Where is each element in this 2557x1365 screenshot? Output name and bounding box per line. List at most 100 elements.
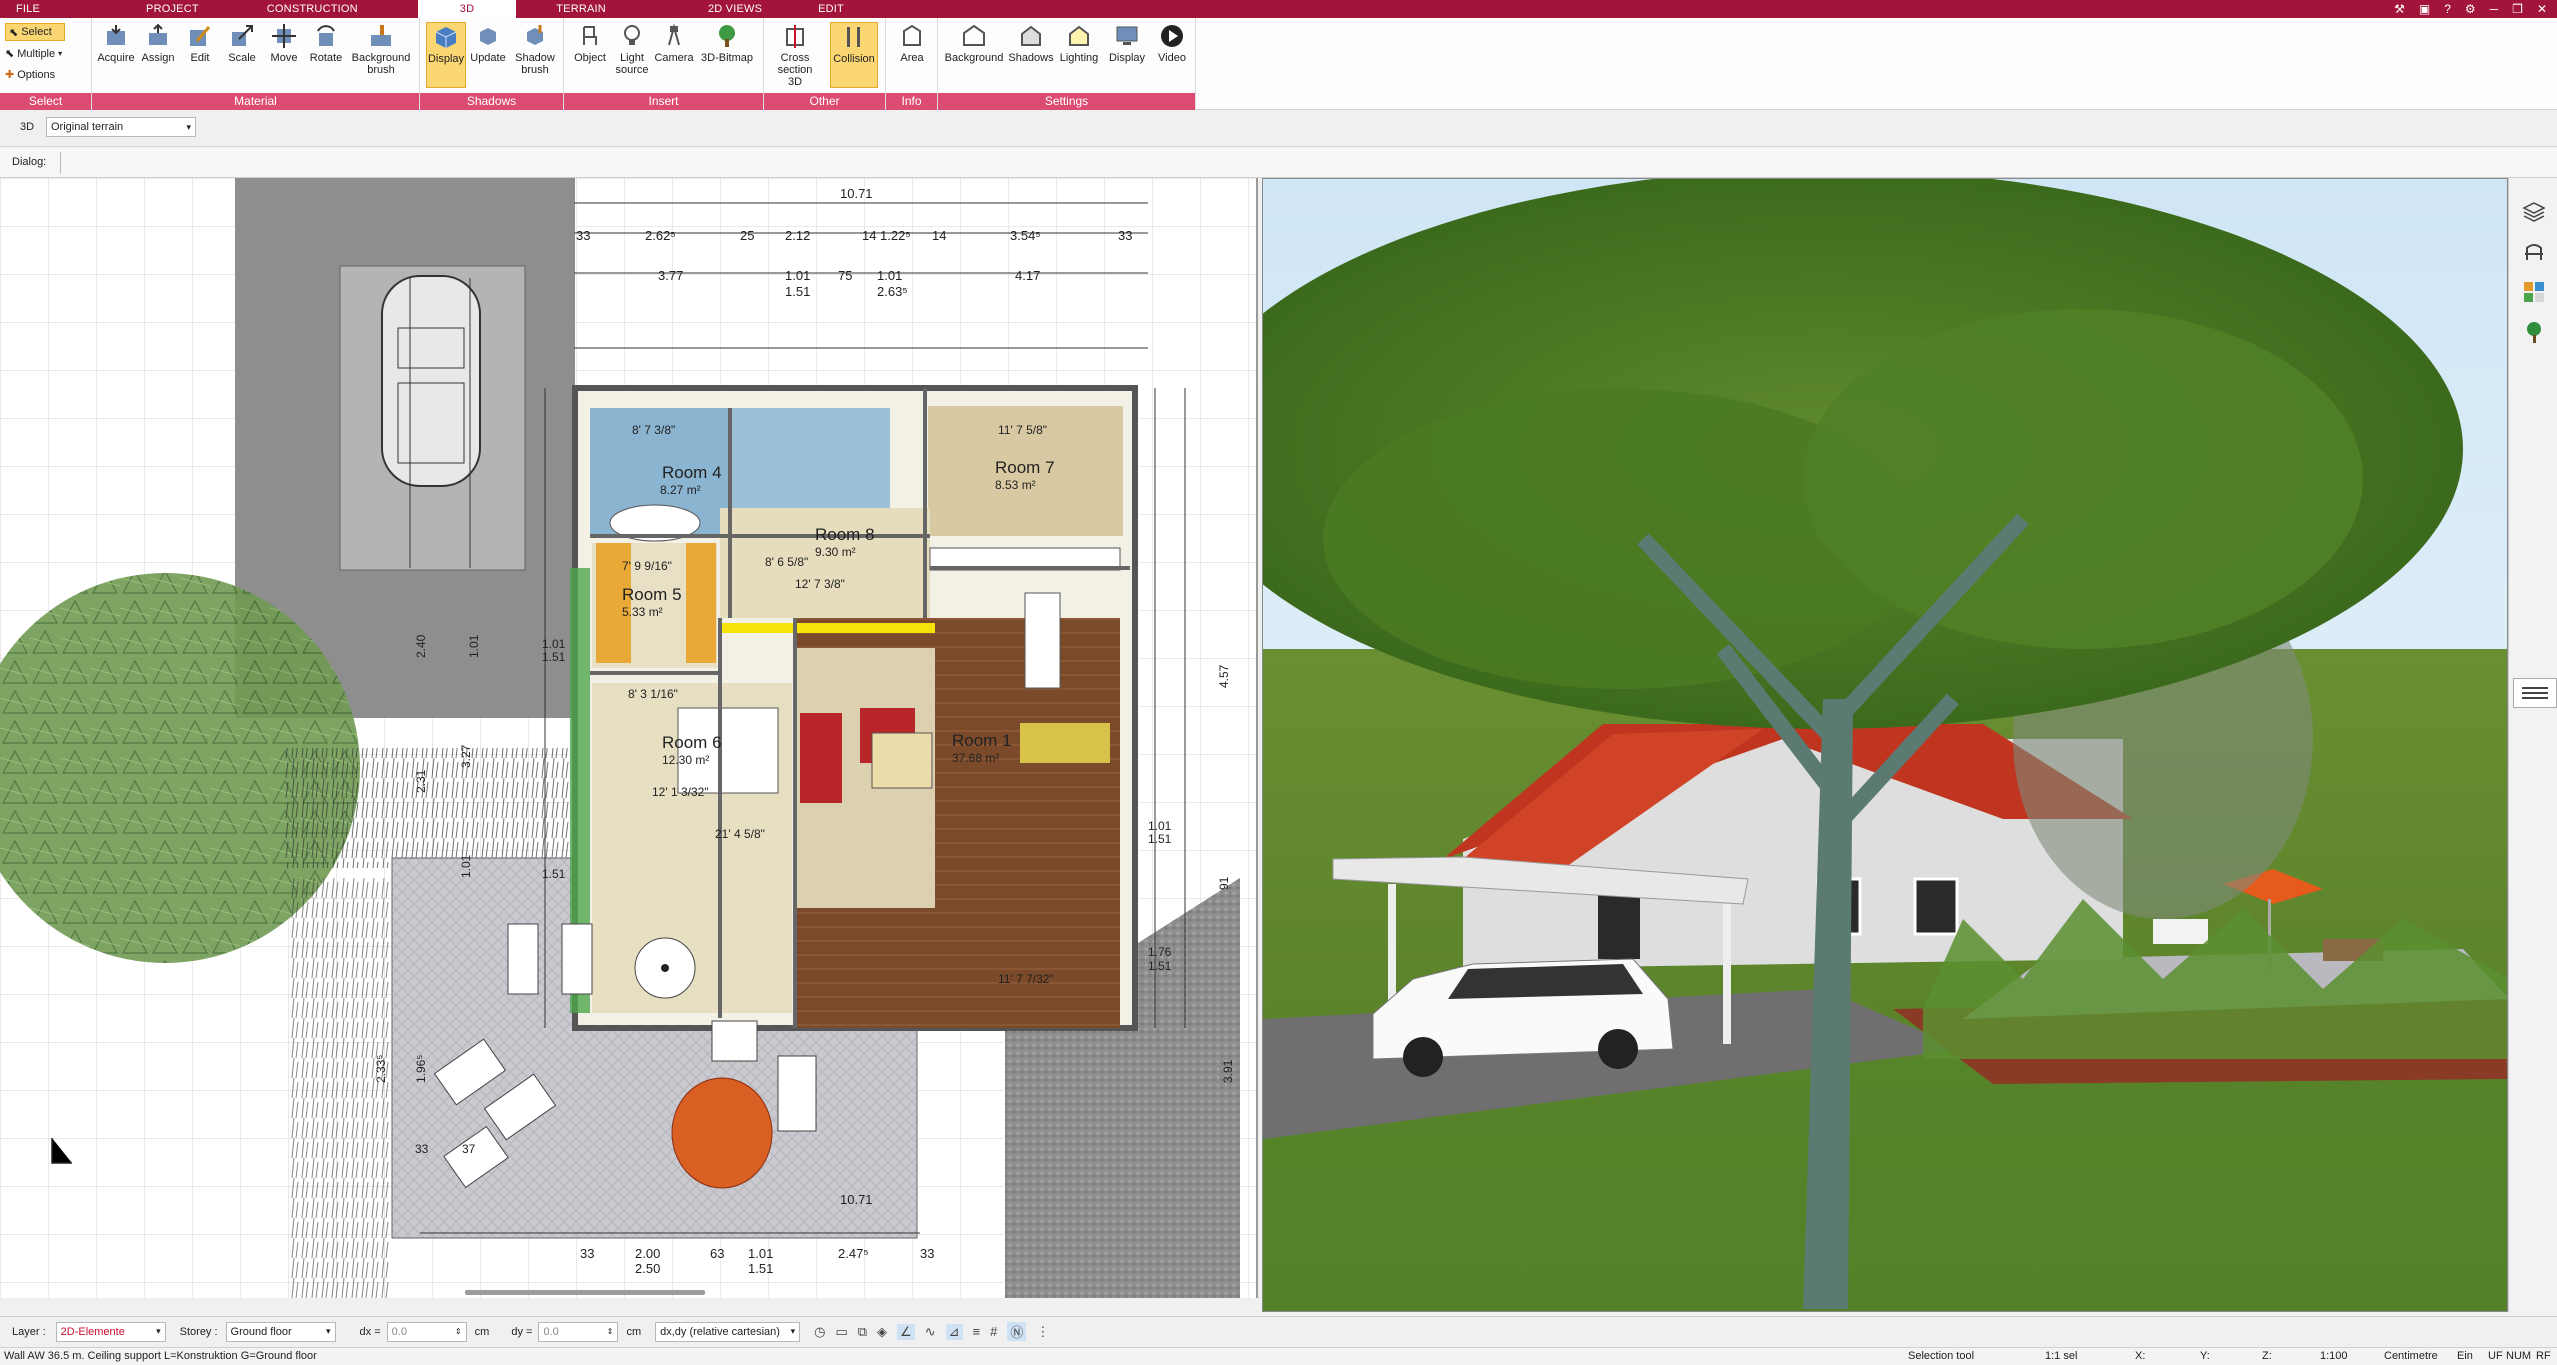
dim-left-9: 1.96⁵ [414,1055,428,1083]
dx-input[interactable]: 0.0 ⇕ [386,1321,467,1342]
status-bar: Wall AW 36.5 m. Ceiling support L=Konstr… [0,1347,2557,1365]
background-label: Background [944,52,1004,64]
edit-label: Edit [190,52,210,64]
layers-icon[interactable] [2522,200,2546,224]
rotate-icon [311,22,341,50]
background-brush-button[interactable]: Background brush [348,22,414,88]
room-4-area: 8.27 m² [660,483,701,497]
dim-terrace-3: 1.01 [748,1246,773,1261]
panel-toggle-icon[interactable] [2513,678,2557,708]
angle-icon[interactable]: ∠ [897,1323,915,1340]
more-icon[interactable]: ⋮ [1036,1324,1049,1340]
video-button[interactable]: Video [1152,22,1192,88]
tab-3d[interactable]: 3D [417,0,517,18]
scale-icon [227,22,257,50]
tab-2d-views[interactable]: 2D VIEWS [666,0,802,18]
chevron-down-icon: ▾ [186,121,191,132]
bitmap-3d-button[interactable]: 3D-Bitmap [698,22,756,88]
floor-plan-view[interactable]: 10.71 2.62⁵ 25 2.12 14 1.22⁵ 14 3.54⁵ 33… [0,178,1258,1298]
plan-scrollbar[interactable] [465,1290,705,1295]
kitchen-counter [1024,592,1061,689]
dim-top-9: 33 [1118,228,1132,243]
tab-terrain[interactable]: TERRAIN [516,0,666,18]
options-label: Options [17,68,56,81]
camera-button[interactable]: Camera [654,22,694,88]
3d-scene[interactable] [1263,179,2508,1312]
shadows-button[interactable]: Shadows [1008,22,1054,88]
scale-button[interactable]: Scale [222,22,262,88]
clock-icon[interactable]: ◷ [814,1324,825,1340]
north-icon[interactable]: Ⓝ [1007,1322,1027,1341]
armchair-icon[interactable] [2522,240,2546,264]
chevron-down-icon: ▾ [790,1326,796,1336]
lighting-button[interactable]: Lighting [1056,22,1102,88]
tab-project[interactable]: PROJECT [56,0,237,18]
dy-unit: cm [626,1325,642,1338]
dim-right-3: 91 [1217,876,1231,890]
multiple-button[interactable]: ⬉ Multiple ▾ [5,47,62,61]
dim-top-1: 2.62⁵ [645,228,676,243]
move-label: Move [270,52,298,64]
curve-icon[interactable]: ∿ [925,1324,936,1340]
grid-icon[interactable]: # [990,1324,997,1339]
shadow-brush-button[interactable]: Shadow brush [512,22,558,88]
dim-right-5: 1.51 [1148,959,1172,973]
terrain-select[interactable]: Original terrain ▾ [46,117,196,137]
collision-button[interactable]: Collision [830,22,878,88]
screen-icon[interactable]: ▭ [835,1324,847,1340]
light-source-button[interactable]: Light source [612,22,652,88]
floor-plan-canvas[interactable]: 10.71 2.62⁵ 25 2.12 14 1.22⁵ 14 3.54⁵ 33… [0,178,1258,1298]
coord-mode-select[interactable]: dx,dy (relative cartesian) ▾ [655,1321,801,1342]
dy-input[interactable]: 0.0 ⇕ [538,1321,619,1342]
dx-value: 0.0 [391,1325,407,1338]
help-icon[interactable]: ? [2444,2,2451,16]
acquire-button[interactable]: Acquire [96,22,136,88]
room-8-name: Room 8 [815,525,875,544]
assign-button[interactable]: Assign [138,22,178,88]
snap-icon[interactable]: ⧉ [858,1324,867,1340]
options-button[interactable]: ✚ Options [5,68,56,82]
dim-left-7: 1.51 [542,867,566,881]
chair-icon [575,22,605,50]
display-button[interactable]: Display [426,22,466,88]
dim-top-8: 33 [576,228,590,243]
background-button[interactable]: Background [942,22,1006,88]
car-symbol [381,275,481,487]
layout-icon[interactable]: ▣ [2419,2,2430,16]
plant-icon[interactable] [2522,320,2546,344]
restore-icon[interactable]: ❐ [2512,2,2523,16]
minimize-icon[interactable]: ─ [2490,2,2499,16]
shadows-label: Shadows [1008,52,1054,64]
dim-top-3: 2.12 [785,228,810,243]
storey-select[interactable]: Ground floor ▾ [225,1321,336,1342]
layer-select[interactable]: 2D-Elemente ▾ [55,1321,166,1342]
edit-button[interactable]: Edit [180,22,220,88]
materials-icon[interactable] [2522,280,2546,304]
object-button[interactable]: Object [570,22,610,88]
tab-file[interactable]: FILE [0,0,56,18]
object-snap-icon[interactable]: ◈ [877,1324,887,1340]
cross-section-button[interactable]: Cross section 3D [770,22,820,88]
settings-icon[interactable]: ⚙ [2465,2,2476,16]
rotate-button[interactable]: Rotate [306,22,346,88]
select-button[interactable]: ⬉ Select [5,23,65,41]
update-button[interactable]: Update [468,22,508,88]
tab-edit[interactable]: EDIT [802,0,860,18]
display-settings-button[interactable]: Display [1104,22,1150,88]
object-label: Object [574,52,606,64]
chevron-down-icon: ▾ [156,1326,161,1336]
dim-left-5: 2.31 [414,769,428,793]
move-button[interactable]: Move [264,22,304,88]
hatch-icon[interactable]: ≡ [973,1324,981,1339]
area-button[interactable]: Area [892,22,932,88]
spinner-icon[interactable]: ⇕ [455,1327,462,1336]
tools-icon[interactable]: ⚒ [2394,2,2405,16]
bottom-toolbar: Layer : 2D-Elemente ▾ Storey : Ground fl… [0,1316,2557,1346]
spinner-icon[interactable]: ⇕ [607,1327,614,1336]
3d-view[interactable] [1262,178,2508,1312]
tab-construction[interactable]: CONSTRUCTION [237,0,418,18]
ortho-icon[interactable]: ⊿ [945,1323,963,1340]
dim-left-1: 1.51 [542,650,566,664]
close-icon[interactable]: ✕ [2537,2,2547,16]
options-icon: ✚ [5,69,15,81]
